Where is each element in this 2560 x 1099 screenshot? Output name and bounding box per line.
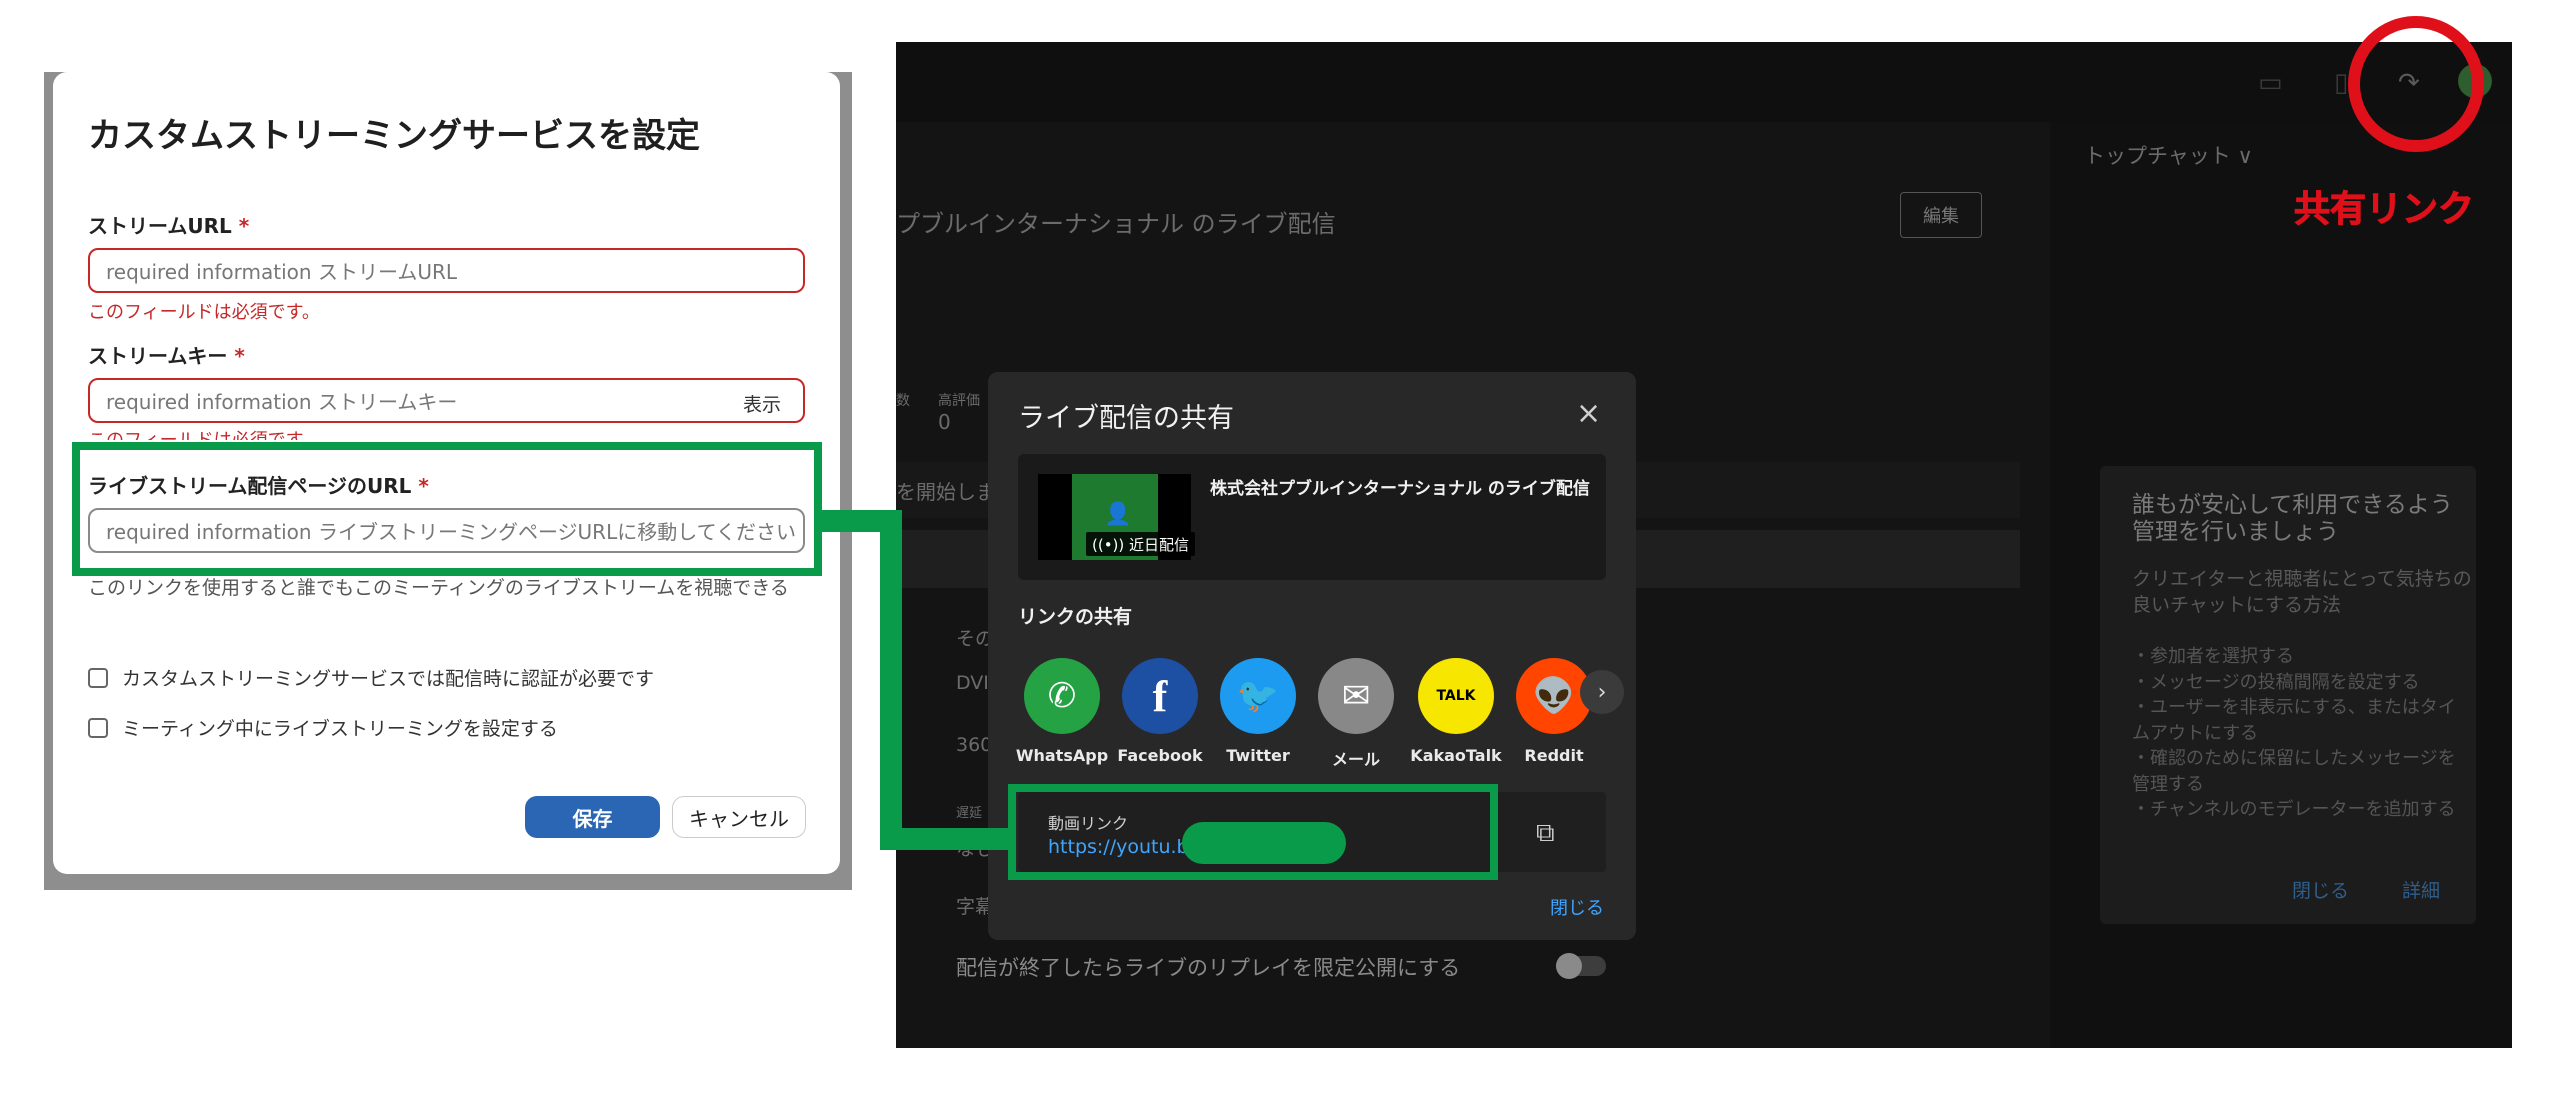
share-close-link[interactable]: 閉じる: [1550, 894, 1604, 920]
required-mark: *: [238, 214, 250, 238]
help-item: ・メッセージの投稿間隔を設定する: [2132, 671, 2420, 693]
stream-key-label: ストリームキー *: [88, 340, 245, 369]
mail-icon[interactable]: ✉: [1318, 658, 1394, 734]
save-button[interactable]: 保存: [525, 796, 660, 838]
kakaotalk-icon[interactable]: TALK: [1418, 658, 1494, 734]
side-row-3: 360: [956, 734, 993, 756]
share-label-1: Facebook: [1117, 746, 1203, 765]
video-title: 株式会社プブルインターナショナル のライブ配信: [1210, 479, 1590, 499]
edit-button[interactable]: 編集: [1900, 192, 1982, 238]
help-card-title: 誰もが安心して利用できるよう管理を行いましょう: [2132, 492, 2453, 545]
stream-url-label: ストリームURL *: [88, 210, 249, 239]
connector-line: [880, 510, 902, 850]
stat-label-2: 高評価: [938, 393, 980, 409]
replay-toggle[interactable]: [1556, 953, 1606, 979]
share-modal-title: ライブ配信の共有: [1018, 403, 1234, 434]
dialog-title: カスタムストリーミングサービスを設定: [88, 116, 700, 156]
stream-url-label-text: ストリームURL: [88, 214, 232, 238]
setup-checkbox-row[interactable]: ミーティング中にライブストリーミングを設定する: [88, 714, 558, 741]
page-url-help-text: このリンクを使用すると誰でもこのミーティングのライブストリームを視聴できる: [88, 577, 789, 599]
person-icon: 👤: [1104, 502, 1132, 527]
share-label-5: Reddit: [1524, 746, 1584, 765]
connector-line: [880, 828, 1014, 850]
chevron-right-icon[interactable]: ›: [1580, 670, 1624, 714]
stat-value: 0: [938, 410, 951, 434]
help-card-list: ・参加者を選択する ・メッセージの投稿間隔を設定する ・ユーザーを非表示にする、…: [2132, 644, 2472, 823]
stream-key-input[interactable]: required information ストリームキー 表示: [88, 378, 805, 423]
auth-checkbox[interactable]: [88, 667, 108, 688]
stat-label-1: 数: [896, 393, 910, 409]
twitter-icon[interactable]: 🐦: [1220, 658, 1296, 734]
side-row-4: 遅延: [956, 806, 983, 821]
stream-url-placeholder: required information ストリームURL: [106, 260, 458, 284]
help-item: ・参加者を選択する: [2132, 646, 2294, 667]
help-details-link[interactable]: 詳細: [2402, 876, 2440, 903]
window-icon[interactable]: ▯: [2334, 68, 2348, 98]
required-mark: *: [234, 344, 245, 368]
copy-icon[interactable]: ⧉: [1536, 818, 1555, 849]
share-label-3: メール: [1331, 750, 1380, 769]
help-item: ・確認のために保留にしたメッセージを管理する: [2132, 748, 2456, 795]
upcoming-badge: ((•)) 近日配信: [1086, 532, 1196, 556]
stream-url-input[interactable]: required information ストリームURL: [88, 248, 805, 293]
share-label-4: KakaoTalk: [1410, 746, 1502, 765]
clapper-icon[interactable]: ▭: [2258, 68, 2283, 98]
cancel-button[interactable]: キャンセル: [672, 796, 806, 838]
stream-url-error: このフィールドは必須です。: [88, 302, 320, 323]
help-close-link[interactable]: 閉じる: [2292, 876, 2349, 903]
screenshot-canvas: カスタムストリーミングサービスを設定 ストリームURL * required i…: [0, 0, 2560, 1099]
share-button-highlight-circle: [2348, 16, 2484, 152]
top-chat-label[interactable]: トップチャット ∨: [2084, 140, 2253, 170]
setup-checkbox[interactable]: [88, 717, 108, 738]
auth-checkbox-label: カスタムストリーミングサービスでは配信時に認証が必要です: [122, 668, 655, 690]
close-icon[interactable]: ×: [1576, 396, 1601, 431]
whatsapp-icon[interactable]: ✆: [1024, 658, 1100, 734]
start-text: を開始しま: [896, 480, 996, 504]
stream-key-label-text: ストリームキー: [88, 344, 228, 368]
help-item: ・チャンネルのモデレーターを追加する: [2132, 799, 2456, 820]
redaction-mask: [1182, 822, 1346, 864]
stream-title: プブルインターナショナル のライブ配信: [896, 210, 1336, 238]
show-key-button[interactable]: 表示: [743, 390, 781, 417]
stream-key-error: このフィールドは必須です。: [88, 426, 320, 440]
side-row-2: DVI: [956, 672, 989, 694]
facebook-icon[interactable]: f: [1122, 658, 1198, 734]
url-field-highlight-box: [72, 442, 822, 576]
share-label-2: Twitter: [1226, 746, 1290, 765]
stream-key-placeholder: required information ストリームキー: [106, 390, 458, 414]
share-section-label: リンクの共有: [1018, 606, 1133, 628]
auth-checkbox-row[interactable]: カスタムストリーミングサービスでは配信時に認証が必要です: [88, 664, 654, 691]
setup-checkbox-label: ミーティング中にライブストリーミングを設定する: [122, 718, 558, 740]
share-label-0: WhatsApp: [1015, 746, 1109, 765]
share-link-annotation: 共有リンク: [2293, 189, 2475, 231]
replay-setting-label: 配信が終了したらライブのリプレイを限定公開にする: [956, 956, 1461, 980]
help-item: ・ユーザーを非表示にする、またはタイムアウトにする: [2132, 697, 2456, 744]
help-card-subtitle: クリエイターと視聴者にとって気持ちの良いチャットにする方法: [2132, 568, 2472, 616]
